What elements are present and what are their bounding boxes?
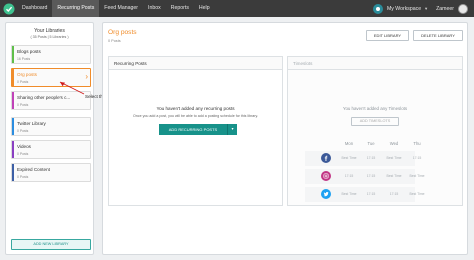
library-count: 0 Posts [17, 103, 29, 107]
library-item-sharing[interactable]: Sharing other people's c... 0 Posts [11, 91, 91, 110]
chevron-right-icon: › [85, 72, 88, 81]
library-color-bar [12, 141, 14, 158]
library-item-org-posts[interactable]: Org posts 0 Posts › [11, 68, 91, 87]
timeslot-cell[interactable]: 17:15 [360, 174, 382, 178]
nav-feed-manager[interactable]: Feed Manager [99, 0, 143, 17]
timeslot-cell[interactable]: Best Time [406, 174, 428, 178]
sidebar-title: Your Libraries [34, 28, 65, 34]
empty-timeslots-title: You haven't added any Timeslots [342, 106, 408, 111]
timeslots-grid: Mon Tue Wed Thu Best Time 17:15 Best Tim… [305, 141, 425, 202]
nav-inbox[interactable]: Inbox [143, 0, 166, 17]
library-count: 0 Posts [17, 80, 29, 84]
user-name[interactable]: Zameer [436, 6, 454, 12]
sidebar-subtitle: ( 35 Posts | 5 Libraries ) [30, 35, 69, 39]
timeslot-cell[interactable]: 17:15 [360, 156, 382, 160]
avatar[interactable] [458, 3, 468, 14]
nav-dashboard[interactable]: Dashboard [17, 0, 52, 17]
timeslot-cell[interactable]: Best Time [338, 156, 360, 160]
day-header: Tue [367, 141, 375, 146]
instagram-icon [321, 171, 331, 181]
timeslots-header: Timeslots [288, 57, 462, 70]
timeslot-cell[interactable]: Best Time [406, 192, 428, 196]
library-count: 16 Posts [17, 57, 31, 61]
add-recurring-posts-label: ADD RECURRING POSTS [168, 127, 218, 132]
timeslot-cell[interactable]: 17:15 [383, 192, 405, 196]
library-item-videos[interactable]: Videos 0 Posts [11, 140, 91, 159]
add-new-library-button[interactable]: ADD NEW LIBRARY [11, 239, 91, 250]
empty-recurring-desc: Once you add a post, you will be able to… [133, 114, 258, 118]
library-color-bar [12, 164, 14, 181]
day-header: Thu [413, 141, 421, 146]
page-subtitle: 0 Posts [108, 39, 121, 43]
timeslot-cell[interactable]: Best Time [338, 192, 360, 196]
library-color-bar [12, 118, 14, 135]
library-name: Twitter Library [17, 121, 46, 126]
library-count: 0 Posts [17, 129, 29, 133]
library-name: Org posts [17, 72, 37, 77]
page-title: Org posts [108, 29, 137, 36]
workspace-icon [372, 3, 383, 14]
library-name: Sharing other people's c... [17, 95, 71, 100]
libraries-sidebar: Your Libraries ( 35 Posts | 5 Libraries … [5, 22, 94, 255]
library-item-expired-content[interactable]: Expired Content 0 Posts [11, 163, 91, 182]
edit-library-button[interactable]: EDIT LIBRARY [366, 30, 409, 41]
nav-reports[interactable]: Reports [166, 0, 194, 17]
day-header: Mon [344, 141, 354, 146]
timeslot-cell[interactable]: Best Time [383, 174, 405, 178]
recurring-posts-header: Recurring Posts [109, 57, 282, 70]
library-item-blogs-posts[interactable]: Blogs posts 16 Posts [11, 45, 91, 64]
library-item-twitter[interactable]: Twitter Library 0 Posts [11, 117, 91, 136]
app-logo-icon[interactable] [0, 0, 17, 17]
workspace-selector[interactable]: My Workspace [387, 6, 421, 12]
library-color-bar [12, 92, 14, 109]
twitter-icon [321, 189, 331, 199]
chevron-down-icon[interactable]: ▼ [424, 6, 428, 11]
library-color-bar [12, 46, 14, 63]
library-name: Expired Content [17, 167, 50, 172]
delete-library-button[interactable]: DELETE LIBRARY [413, 30, 463, 41]
add-recurring-posts-button[interactable]: ADD RECURRING POSTS ▼ [159, 124, 237, 135]
library-color-bar [12, 69, 14, 86]
facebook-icon [321, 153, 331, 163]
add-timeslots-button[interactable]: ADD TIMESLOTS [351, 117, 399, 126]
nav-recurring-posts[interactable]: Recurring Posts [52, 0, 100, 17]
chevron-down-icon[interactable]: ▼ [227, 124, 237, 135]
timeslot-cell[interactable]: Best Time [383, 156, 405, 160]
timeslot-cell[interactable]: 17:15 [360, 192, 382, 196]
top-nav: Dashboard Recurring Posts Feed Manager I… [0, 0, 474, 17]
nav-help[interactable]: Help [194, 0, 215, 17]
timeslots-panel: Timeslots You haven't added any Timeslot… [287, 56, 463, 206]
recurring-posts-panel: Recurring Posts You haven't added any re… [108, 56, 283, 206]
library-count: 0 Posts [17, 175, 29, 179]
empty-recurring-title: You haven't added any recurring posts [156, 106, 235, 111]
library-name: Blogs posts [17, 49, 41, 54]
timeslot-cell[interactable]: 17:15 [406, 156, 428, 160]
library-detail-panel: Org posts 0 Posts EDIT LIBRARY DELETE LI… [102, 22, 468, 255]
library-name: Videos [17, 144, 31, 149]
timeslot-cell[interactable]: 17:15 [338, 174, 360, 178]
library-count: 0 Posts [17, 152, 29, 156]
day-header: Wed [389, 141, 399, 146]
